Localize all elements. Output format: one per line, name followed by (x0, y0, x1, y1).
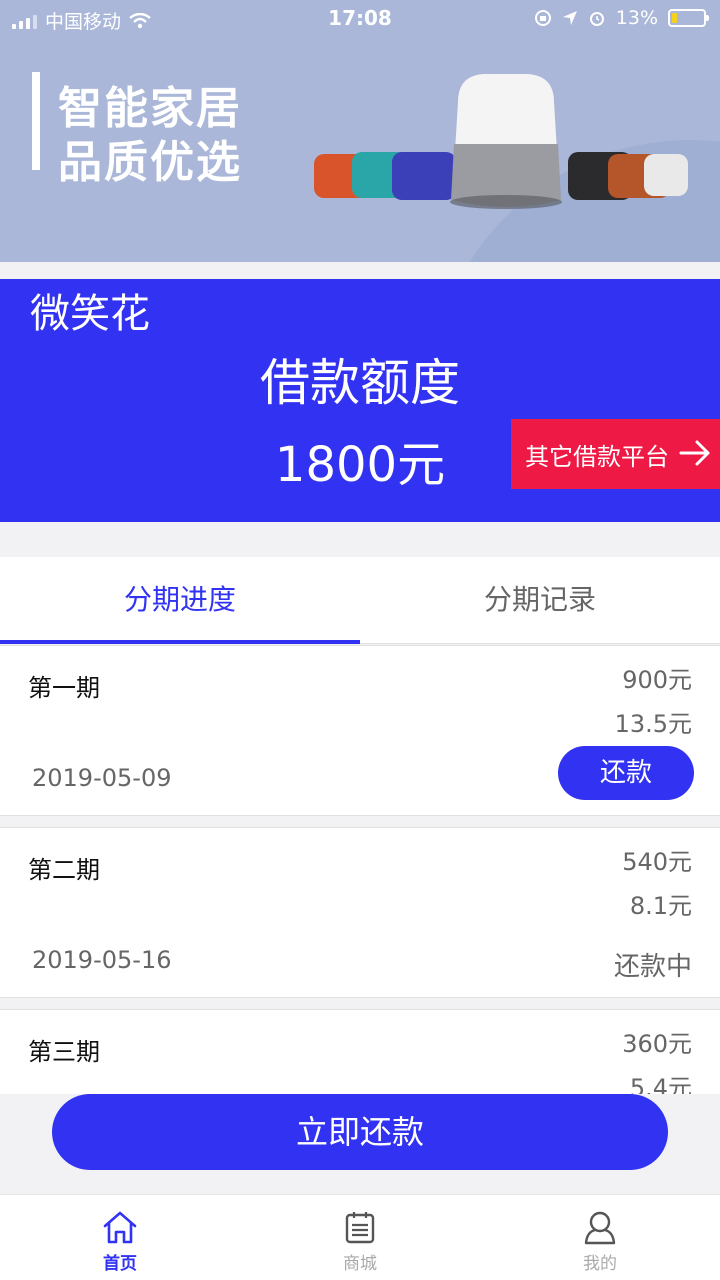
installment-period: 第三期 (28, 1038, 100, 1066)
banner-headline-2: 品质优选 (58, 137, 242, 188)
bottom-nav: 首页 商城 我的 (0, 1194, 720, 1280)
installment-principal: 540元 (622, 848, 692, 876)
home-icon (103, 1211, 137, 1244)
installment-card: 第二期 540元 8.1元 2019-05-16 还款中 (0, 827, 720, 998)
credit-limit-label: 借款额度 (260, 354, 460, 412)
installment-fee: 5.4元 (629, 1074, 692, 1094)
calendar-icon (345, 1212, 375, 1244)
repay-now-button[interactable]: 立即还款 (52, 1094, 668, 1170)
credit-panel: 微笑花 借款额度 1800元 其它借款平台 (0, 279, 720, 522)
installment-fee: 13.5元 (614, 710, 692, 738)
promo-banner[interactable]: 智能家居 品质优选 (0, 0, 720, 262)
installment-list[interactable]: 第一期 900元 13.5元 2019-05-09 还款 第二期 540元 8.… (0, 645, 720, 1094)
installment-card: 第三期 360元 5.4元 (0, 1009, 720, 1094)
nav-item-profile[interactable]: 我的 (480, 1195, 720, 1280)
installment-date: 2019-05-09 (32, 764, 172, 792)
nav-label-mall: 商城 (343, 1254, 377, 1274)
installment-tabs: 分期进度 分期记录 (0, 557, 720, 644)
arrow-right-icon (679, 440, 710, 466)
battery-percent: 13% (615, 7, 658, 29)
nav-label-profile: 我的 (583, 1254, 617, 1274)
nav-item-mall[interactable]: 商城 (240, 1195, 480, 1280)
installment-card: 第一期 900元 13.5元 2019-05-09 还款 (0, 645, 720, 816)
installment-date: 2019-05-16 (32, 946, 172, 974)
user-icon (584, 1211, 616, 1245)
battery-icon (668, 9, 709, 27)
nav-label-home: 首页 (103, 1254, 137, 1274)
other-platforms-button[interactable]: 其它借款平台 (511, 419, 720, 489)
alarm-icon (589, 12, 604, 26)
installment-status: 还款中 (613, 952, 692, 982)
installment-principal: 900元 (622, 666, 692, 694)
banner-accent-bar (32, 72, 40, 170)
tab-installment-records[interactable]: 分期记录 (360, 557, 720, 643)
smart-speakers-image (314, 74, 688, 209)
brand-name: 微笑花 (30, 291, 150, 337)
location-icon (562, 11, 577, 25)
installment-fee: 8.1元 (629, 892, 692, 920)
rotation-lock-icon (534, 10, 551, 26)
installment-period: 第一期 (28, 674, 100, 702)
installment-period: 第二期 (28, 856, 100, 884)
installment-principal: 360元 (622, 1030, 692, 1058)
status-bar: 中国移动 17:08 13% (0, 0, 720, 38)
tab-installment-progress[interactable]: 分期进度 (0, 557, 360, 644)
other-platforms-label: 其它借款平台 (525, 442, 669, 471)
repay-button[interactable]: 还款 (558, 746, 694, 800)
nav-item-home[interactable]: 首页 (0, 1195, 240, 1280)
